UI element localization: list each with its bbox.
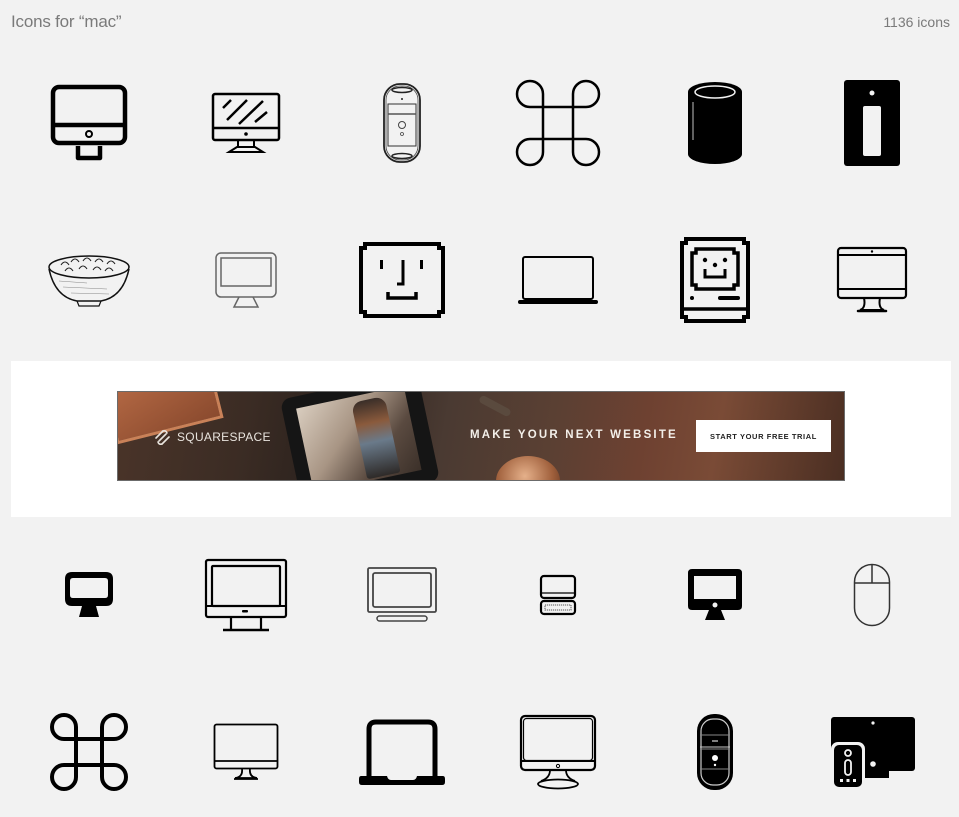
squarespace-ad-banner[interactable]: SQUARESPACE MAKE YOUR NEXT WEBSITE START… [117, 391, 845, 481]
monitor-outline-icon [215, 252, 277, 308]
power-mac-g4-cube-tower-icon [383, 83, 421, 163]
ad-cta-button[interactable]: START YOUR FREE TRIAL [696, 420, 831, 452]
page-header: Icons for “mac” 1136 icons [0, 0, 959, 44]
macbook-laptop-icon [518, 256, 598, 304]
imac-thin-icon [836, 246, 908, 313]
imac-large-icon [204, 558, 288, 632]
icon-result-imac-glare[interactable] [186, 68, 306, 178]
icon-result-computer-keyboard[interactable] [498, 540, 618, 650]
display-stand-icon [367, 567, 437, 622]
classic-macintosh-icon [680, 237, 750, 323]
icon-result-macbook[interactable] [498, 225, 618, 335]
mac-mini-tower-icon [844, 80, 900, 166]
icon-result-mac-mini-tower[interactable] [812, 68, 932, 178]
icon-result-monitor-outline[interactable] [186, 225, 306, 335]
imac-filled-icon [688, 569, 742, 620]
icon-result-imac-bold[interactable] [29, 68, 149, 178]
ad-container: SQUARESPACE MAKE YOUR NEXT WEBSITE START… [11, 361, 951, 517]
ad-brand-logo: SQUARESPACE [154, 429, 271, 445]
ad-brand-name: SQUARESPACE [177, 430, 271, 444]
mouse-icon [853, 563, 891, 627]
icon-result-macbook-bold[interactable] [342, 697, 462, 807]
command-key-bold-icon [50, 713, 128, 791]
icon-result-mouse[interactable] [812, 540, 932, 650]
icon-result-imac-with-tower[interactable] [812, 697, 932, 807]
icon-result-finder-face[interactable] [342, 225, 462, 335]
icon-result-imac-rounded-filled[interactable] [29, 540, 149, 650]
ad-tablet-image [279, 392, 441, 480]
macbook-bold-icon [359, 719, 445, 785]
icon-result-display-stand[interactable] [342, 540, 462, 650]
computer-keyboard-icon [539, 574, 577, 616]
icon-result-macaroni-bowl[interactable] [29, 225, 149, 335]
icon-row [0, 68, 959, 188]
power-mac-g5-icon [697, 714, 733, 790]
squarespace-logo-icon [155, 429, 170, 445]
imac-classic-stand-icon [519, 714, 597, 790]
icon-result-mac-pro-cylinder[interactable] [655, 68, 775, 178]
icon-result-power-mac-g5[interactable] [655, 697, 775, 807]
imac-bold-icon [50, 84, 128, 161]
macaroni-bowl-icon [48, 255, 130, 307]
imac-slim-icon [213, 723, 279, 780]
ad-headline: MAKE YOUR NEXT WEBSITE [470, 429, 678, 441]
icon-row [0, 540, 959, 660]
ad-decor-bell [496, 456, 560, 480]
icon-result-classic-mac[interactable] [655, 225, 775, 335]
icon-result-power-mac-cube[interactable] [342, 68, 462, 178]
icon-result-imac-large[interactable] [186, 540, 306, 650]
icon-result-imac-slim[interactable] [186, 697, 306, 807]
page-title: Icons for “mac” [11, 12, 122, 31]
icon-result-imac-classic-stand[interactable] [498, 697, 618, 807]
ad-decor-key [478, 394, 512, 418]
icon-result-imac-filled[interactable] [655, 540, 775, 650]
icon-result-imac-thin[interactable] [812, 225, 932, 335]
mac-finder-face-icon [359, 242, 445, 318]
icon-row [0, 697, 959, 817]
icon-result-command-key[interactable] [498, 68, 618, 178]
imac-with-tower-icon [831, 717, 915, 789]
icon-row [0, 225, 959, 345]
imac-glare-icon [211, 92, 281, 153]
result-count: 1136 icons [883, 14, 950, 30]
mac-pro-cylinder-icon [688, 82, 742, 164]
imac-rounded-filled-icon [65, 572, 113, 617]
icon-result-command-key-bold[interactable] [29, 697, 149, 807]
command-key-icon [515, 79, 601, 167]
